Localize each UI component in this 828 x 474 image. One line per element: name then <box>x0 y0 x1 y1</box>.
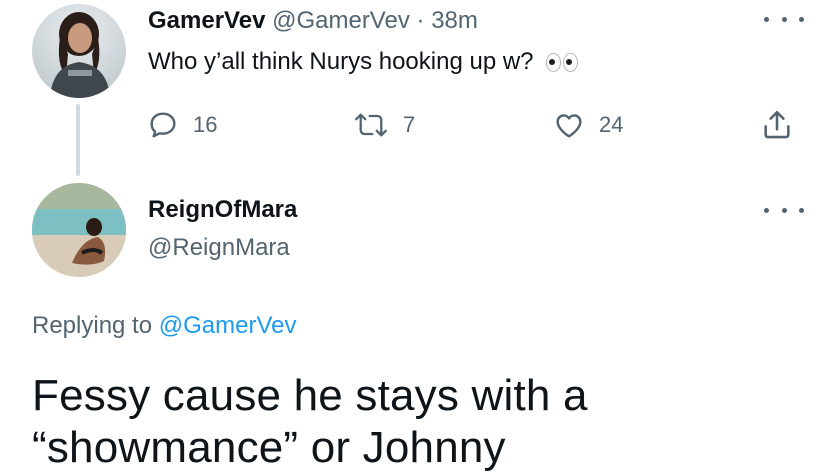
replying-to-prefix: Replying to <box>32 312 153 339</box>
tweet2-text-line2: “showmance” or Johnny <box>32 423 506 472</box>
tweet1-time[interactable]: 38m <box>431 7 478 34</box>
tweet2-text-line1: Fessy cause he stays with a <box>32 371 588 420</box>
share-button[interactable] <box>760 108 794 147</box>
tweet1-text: Who y’all think Nurys hooking up w? <box>148 46 579 78</box>
speech-bubble-icon <box>150 112 176 138</box>
replying-to-link[interactable]: @GamerVev <box>159 312 297 339</box>
avatar-gamervev[interactable] <box>32 4 126 98</box>
retweet-icon <box>355 113 387 137</box>
retweet-count: 7 <box>403 112 416 137</box>
thread-line <box>76 104 80 176</box>
tweet2-display-name[interactable]: ReignOfMara <box>148 196 297 223</box>
share-icon <box>764 110 790 139</box>
like-count: 24 <box>599 112 624 137</box>
replying-to-line: Replying to @GamerVev <box>32 311 297 341</box>
tweet1-separator: · <box>416 7 425 34</box>
tweet1-handle[interactable]: @GamerVev <box>272 7 410 34</box>
tweet2-text: Fessy cause he stays with a “showmance” … <box>32 370 588 474</box>
tweet1-header: GamerVev @GamerVev · 38m <box>148 6 478 36</box>
tweet2-handle[interactable]: @ReignMara <box>148 233 290 263</box>
retweet-button[interactable]: 7 <box>353 109 415 141</box>
tweet1-display-name[interactable]: GamerVev <box>148 7 265 34</box>
tweet2-more-icon[interactable] <box>764 200 804 220</box>
reply-count: 16 <box>193 112 218 137</box>
tweet1-more-icon[interactable] <box>764 9 804 29</box>
avatar-reignofmara[interactable] <box>32 183 126 277</box>
heart-icon <box>556 114 582 138</box>
tweet2-display-name-block: ReignOfMara <box>148 195 297 228</box>
reply-button[interactable]: 16 <box>147 109 217 141</box>
like-button[interactable]: 24 <box>553 109 623 141</box>
tweet1-body: Who y’all think Nurys hooking up w? <box>148 48 534 75</box>
eyes-emoji-icon <box>544 48 579 75</box>
